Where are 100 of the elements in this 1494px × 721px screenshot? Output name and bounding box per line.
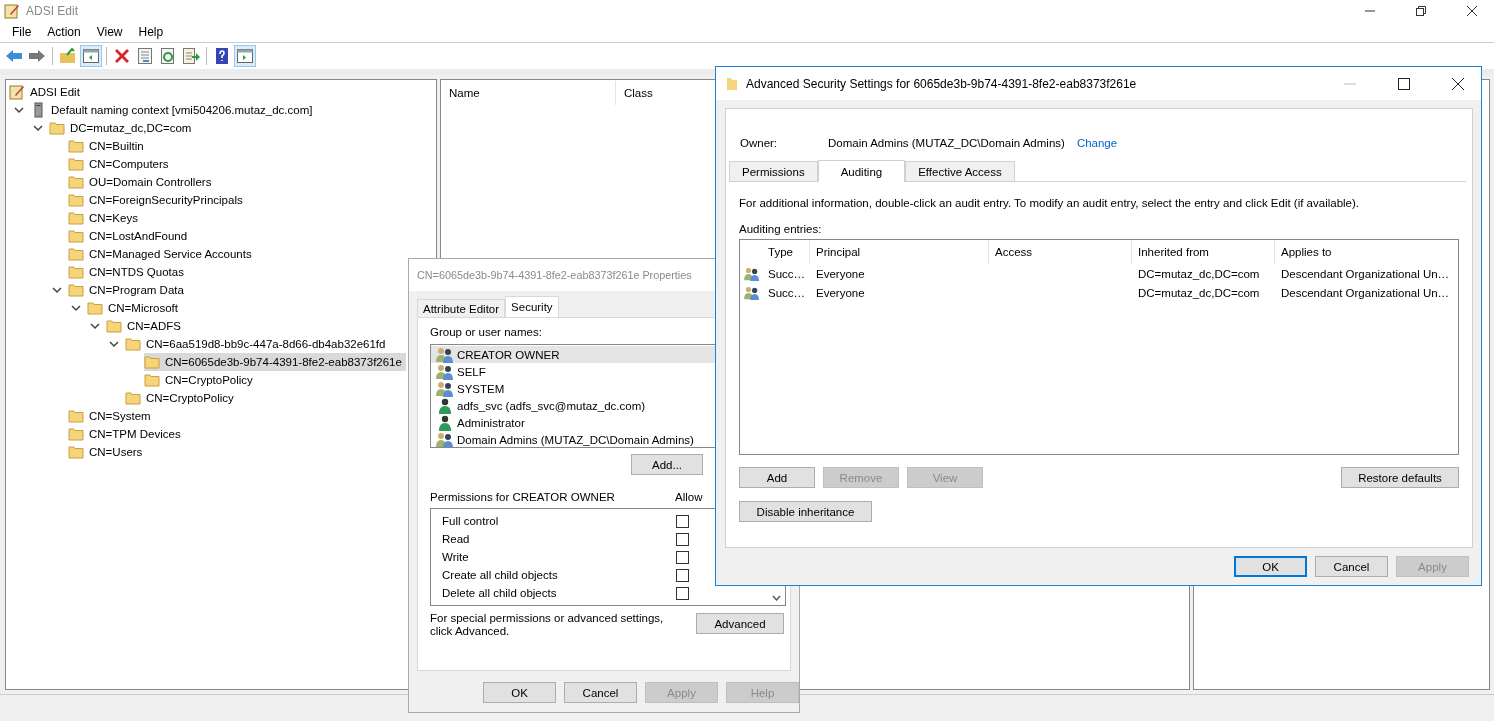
table-cell-text: DC=mutaz_dc,DC=com xyxy=(1137,286,1261,299)
permission-name: Delete all child objects xyxy=(441,587,558,599)
column-header[interactable]: Inherited from xyxy=(1132,240,1275,264)
tree-item[interactable]: CN=ADFS xyxy=(106,317,185,335)
owner-name: Domain Admins (MUTAZ_DC\Domain Admins) xyxy=(828,137,1065,149)
chevron-icon[interactable] xyxy=(14,105,24,115)
table-cell-text: Descendant Organizational Un… xyxy=(1280,286,1451,299)
export-button[interactable] xyxy=(180,45,202,67)
folder-icon xyxy=(726,76,738,91)
group-icon xyxy=(436,346,454,363)
tree-item[interactable]: CN=Managed Service Accounts xyxy=(68,245,256,263)
group-label: Group or user names: xyxy=(430,326,543,340)
table-cell-text: DC=mutaz_dc,DC=com xyxy=(1137,267,1261,280)
notepad-icon xyxy=(9,84,25,100)
column-header[interactable]: Type xyxy=(762,240,810,264)
column-header[interactable]: Access xyxy=(989,240,1132,264)
restore-defaults-button[interactable]: Restore defaults xyxy=(1341,467,1459,488)
chevron-icon[interactable] xyxy=(33,123,43,133)
tab[interactable]: Permissions xyxy=(729,161,818,181)
folder-icon xyxy=(68,246,84,262)
scroll-down-icon[interactable] xyxy=(772,595,781,601)
disable-inheritance-button[interactable]: Disable inheritance xyxy=(739,501,872,522)
checkbox[interactable] xyxy=(676,532,689,546)
show-action-button[interactable] xyxy=(234,45,256,67)
folder-icon xyxy=(68,264,84,280)
checkbox[interactable] xyxy=(676,586,689,600)
dialog-button[interactable]: OK xyxy=(483,682,556,703)
tab[interactable]: Security xyxy=(505,296,559,317)
refresh-icon xyxy=(159,47,177,65)
column-header[interactable]: Name xyxy=(441,81,616,105)
tree-item[interactable]: CN=Users xyxy=(68,443,147,461)
folder-icon xyxy=(68,174,84,190)
column-header: Allow xyxy=(675,491,703,503)
permission-name: Full control xyxy=(441,515,500,527)
tree-item[interactable]: CN=NTDS Quotas xyxy=(68,263,188,281)
checkbox[interactable] xyxy=(676,550,689,564)
menu-item[interactable]: Action xyxy=(39,23,89,41)
tree-item[interactable]: CN=ForeignSecurityPrincipals xyxy=(68,191,247,209)
export-icon xyxy=(182,47,200,65)
tree-item[interactable]: Default naming context [vmi504206.mutaz_dc.com] xyxy=(30,101,317,119)
tree-item[interactable]: CN=TPM Devices xyxy=(68,425,185,443)
advanced-note: For special permissions or advanced settings, click Advanced. xyxy=(430,612,665,638)
menu-item[interactable]: View xyxy=(88,23,131,41)
group-icon xyxy=(436,363,454,380)
info-text: For additional information, double-click an audit entry. To modify an audit entry, select the entry and click Edit (if available). xyxy=(739,197,1361,211)
tab[interactable]: Auditing xyxy=(817,160,906,182)
dialog-button[interactable]: Cancel xyxy=(1315,556,1388,577)
column-header[interactable]: Principal xyxy=(810,240,989,264)
tree-item[interactable]: CN=CryptoPolicy xyxy=(125,389,238,407)
maximize-icon xyxy=(1398,77,1410,90)
tree-item[interactable]: CN=LostAndFound xyxy=(68,227,192,245)
tree-item[interactable]: CN=CryptoPolicy xyxy=(144,371,257,389)
folder-icon xyxy=(68,426,84,442)
permissions-label: Permissions for CREATOR OWNER xyxy=(430,491,616,503)
folder-icon xyxy=(68,282,84,298)
column-header[interactable]: Applies to xyxy=(1275,240,1458,264)
arrow-right-icon xyxy=(28,47,46,65)
restore-icon xyxy=(1415,6,1426,16)
pane-icon xyxy=(236,47,254,65)
tree-item[interactable]: CN=Computers xyxy=(68,155,173,173)
advanced-button[interactable]: Advanced xyxy=(696,613,784,634)
dialog-button[interactable]: Cancel xyxy=(564,682,637,703)
user-icon xyxy=(436,414,454,431)
tree-item[interactable]: CN=6aa519d8-bb9c-447a-8d66-db4ab32e61fd xyxy=(125,335,390,353)
menu-item[interactable]: Help xyxy=(130,23,172,41)
tree-item[interactable]: OU=Domain Controllers xyxy=(68,173,216,191)
dialog-button[interactable]: OK xyxy=(1234,556,1307,577)
tree-item[interactable]: CN=Builtin xyxy=(68,137,148,155)
window-title: ADSI Edit xyxy=(26,4,79,18)
menu-item[interactable]: File xyxy=(4,23,40,41)
folder-icon xyxy=(68,192,84,208)
folder-icon xyxy=(68,444,84,460)
change-link[interactable]: Change xyxy=(1076,137,1118,149)
folder-icon xyxy=(125,390,141,406)
tree-item[interactable]: CN=Keys xyxy=(68,209,142,227)
tree-item[interactable]: CN=Program Data xyxy=(68,281,188,299)
checkbox[interactable] xyxy=(676,514,689,528)
chevron-icon[interactable] xyxy=(71,303,81,313)
tab[interactable]: Effective Access xyxy=(905,161,1015,181)
show-tree-button[interactable] xyxy=(80,45,102,67)
group-icon xyxy=(436,431,454,447)
action-button[interactable]: Add xyxy=(739,467,815,488)
checkbox[interactable] xyxy=(676,568,689,582)
folder-icon xyxy=(68,138,84,154)
entries-label: Auditing entries: xyxy=(739,223,823,237)
table-cell-text: Descendant Organizational Un… xyxy=(1280,267,1451,280)
tree-item[interactable]: CN=Microsoft xyxy=(87,299,182,317)
chevron-icon[interactable] xyxy=(109,339,119,349)
folder-icon xyxy=(144,354,160,370)
tree-item[interactable]: CN=System xyxy=(68,407,155,425)
add-button[interactable]: Add... xyxy=(631,454,703,475)
tree-item[interactable]: ADSI Edit xyxy=(9,83,84,101)
tree-item[interactable]: CN=6065de3b-9b74-4391-8fe2-eab8373f261e xyxy=(144,353,406,371)
tree-item[interactable]: DC=mutaz_dc,DC=com xyxy=(49,119,196,137)
chevron-icon[interactable] xyxy=(52,285,62,295)
chevron-icon[interactable] xyxy=(90,321,100,331)
folder-icon xyxy=(87,300,103,316)
folder-icon xyxy=(68,228,84,244)
help-icon xyxy=(213,47,231,65)
tab[interactable]: Attribute Editor xyxy=(417,299,506,317)
